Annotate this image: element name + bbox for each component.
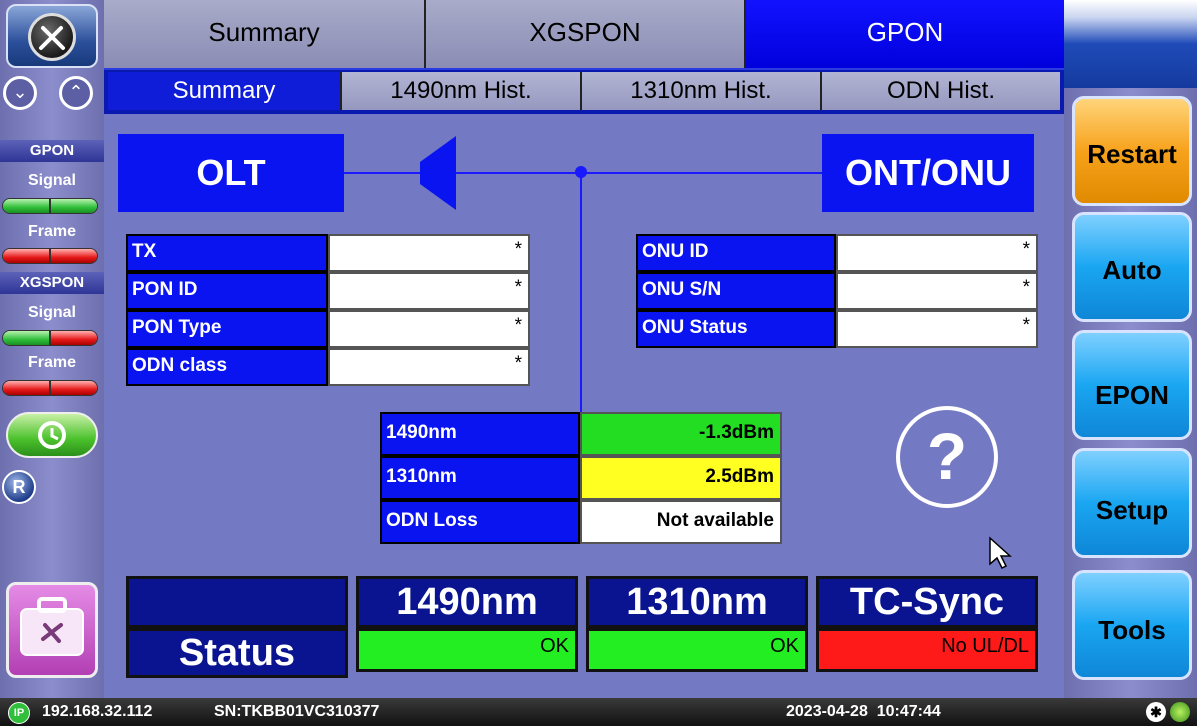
globe-icon: [1170, 702, 1190, 722]
right-sidebar: Restart Auto EPON Setup Tools: [1064, 0, 1197, 698]
datetime: 2023-04-28 10:47:44: [786, 703, 941, 720]
xgspon-frame-label: Frame: [27, 354, 77, 371]
olt-row-pon-id: PON ID *: [126, 272, 532, 310]
chevron-up-icon: ⌃: [68, 82, 84, 102]
power-value: Not available: [580, 500, 782, 544]
subtab-summary[interactable]: Summary: [108, 72, 342, 110]
power-label: ODN Loss: [380, 500, 580, 544]
status-value-1310: OK: [586, 628, 808, 672]
ip-status-icon: IP: [8, 702, 30, 724]
onu-row-id: ONU ID *: [636, 234, 1040, 272]
olt-row-odn-class: ODN class *: [126, 348, 532, 386]
onu-field-value: *: [836, 272, 1038, 310]
ip-address: 192.168.32.112: [42, 703, 153, 720]
scroll-down-button[interactable]: ⌄: [3, 76, 37, 110]
olt-row-pon-type: PON Type *: [126, 310, 532, 348]
onu-fields-table: ONU ID * ONU S/N * ONU Status *: [636, 234, 1040, 348]
onu-row-status: ONU Status *: [636, 310, 1040, 348]
gpon-signal-led: [2, 198, 98, 214]
onu-field-label: ONU Status: [636, 310, 836, 348]
gpon-frame-led: [2, 248, 98, 264]
history-button[interactable]: [6, 412, 98, 458]
power-row-odn-loss: ODN Loss Not available: [380, 500, 784, 544]
help-icon[interactable]: ?: [896, 406, 998, 508]
status-header-tc-sync: TC-Sync: [816, 576, 1038, 628]
olt-field-label: PON ID: [126, 272, 328, 310]
remote-icon[interactable]: R: [2, 470, 36, 504]
toolbox-button[interactable]: [6, 582, 98, 678]
power-table: 1490nm -1.3dBm 1310nm 2.5dBm ODN Loss No…: [380, 412, 784, 544]
drop-line: [580, 172, 582, 412]
xgspon-frame-led: [2, 380, 98, 396]
onu-field-label: ONU S/N: [636, 272, 836, 310]
main-panel: Summary XGSPON GPON Summary 1490nm Hist.…: [104, 0, 1064, 698]
gpon-frame-label: Frame: [27, 223, 77, 240]
gpon-signal-label: Signal: [27, 172, 76, 189]
auto-button[interactable]: Auto: [1072, 212, 1192, 322]
serial-number: SN:TKBB01VC310377: [214, 703, 380, 720]
olt-field-label: PON Type: [126, 310, 328, 348]
status-value-1490: OK: [356, 628, 578, 672]
olt-field-value: *: [328, 348, 530, 386]
chevron-down-icon: ⌄: [12, 82, 28, 102]
power-row-1490: 1490nm -1.3dBm: [380, 412, 784, 456]
olt-row-tx: TX *: [126, 234, 532, 272]
power-row-1310: 1310nm 2.5dBm: [380, 456, 784, 500]
power-value: -1.3dBm: [580, 412, 782, 456]
olt-field-value: *: [328, 272, 530, 310]
olt-field-label: ODN class: [126, 348, 328, 386]
status-bar: IP 192.168.32.112 SN:TKBB01VC310377 2023…: [0, 698, 1197, 726]
scroll-up-button[interactable]: ⌃: [59, 76, 93, 110]
tools-button[interactable]: Tools: [1072, 570, 1192, 680]
subtab-1310nm-hist[interactable]: 1310nm Hist.: [582, 72, 822, 110]
epon-button[interactable]: EPON: [1072, 330, 1192, 440]
power-label: 1490nm: [380, 412, 580, 456]
ont-onu-box: ONT/ONU: [822, 134, 1034, 212]
status-corner-cell: [126, 576, 348, 628]
splitter-icon: [420, 136, 456, 210]
wrench-hammer-icon: [28, 13, 76, 61]
tab-gpon[interactable]: GPON: [746, 0, 1064, 68]
olt-field-value: *: [328, 310, 530, 348]
xgspon-section-label: XGSPON: [0, 272, 104, 294]
onu-field-label: ONU ID: [636, 234, 836, 272]
olt-fields-table: TX * PON ID * PON Type * ODN class *: [126, 234, 532, 386]
status-row-label: Status: [126, 628, 348, 678]
status-header-1310: 1310nm: [586, 576, 808, 628]
power-value: 2.5dBm: [580, 456, 782, 500]
left-sidebar: ⌄ ⌃ GPON Signal Frame XGSPON Signal Fram…: [0, 0, 104, 698]
olt-field-label: TX: [126, 234, 328, 272]
tab-xgspon[interactable]: XGSPON: [426, 0, 746, 68]
onu-field-value: *: [836, 234, 1038, 272]
subtab-1490nm-hist[interactable]: 1490nm Hist.: [342, 72, 582, 110]
toolbox-icon: [20, 597, 84, 656]
bluetooth-icon: ✱: [1146, 702, 1166, 722]
onu-field-value: *: [836, 310, 1038, 348]
clock-history-icon: [38, 421, 66, 449]
status-header-1490: 1490nm: [356, 576, 578, 628]
xgspon-signal-label: Signal: [27, 304, 76, 321]
tab-summary[interactable]: Summary: [104, 0, 426, 68]
status-value-tc-sync: No UL/DL: [816, 628, 1038, 672]
mouse-cursor-icon: [989, 536, 1012, 570]
subtab-odn-hist[interactable]: ODN Hist.: [822, 72, 1060, 110]
gpon-section-label: GPON: [0, 140, 104, 162]
home-tools-button[interactable]: [6, 4, 98, 68]
brand-header: [1064, 0, 1197, 88]
olt-field-value: *: [328, 234, 530, 272]
setup-button[interactable]: Setup: [1072, 448, 1192, 558]
restart-button[interactable]: Restart: [1072, 96, 1192, 206]
power-label: 1310nm: [380, 456, 580, 500]
olt-box: OLT: [118, 134, 344, 212]
xgspon-signal-led: [2, 330, 98, 346]
onu-row-sn: ONU S/N *: [636, 272, 1040, 310]
